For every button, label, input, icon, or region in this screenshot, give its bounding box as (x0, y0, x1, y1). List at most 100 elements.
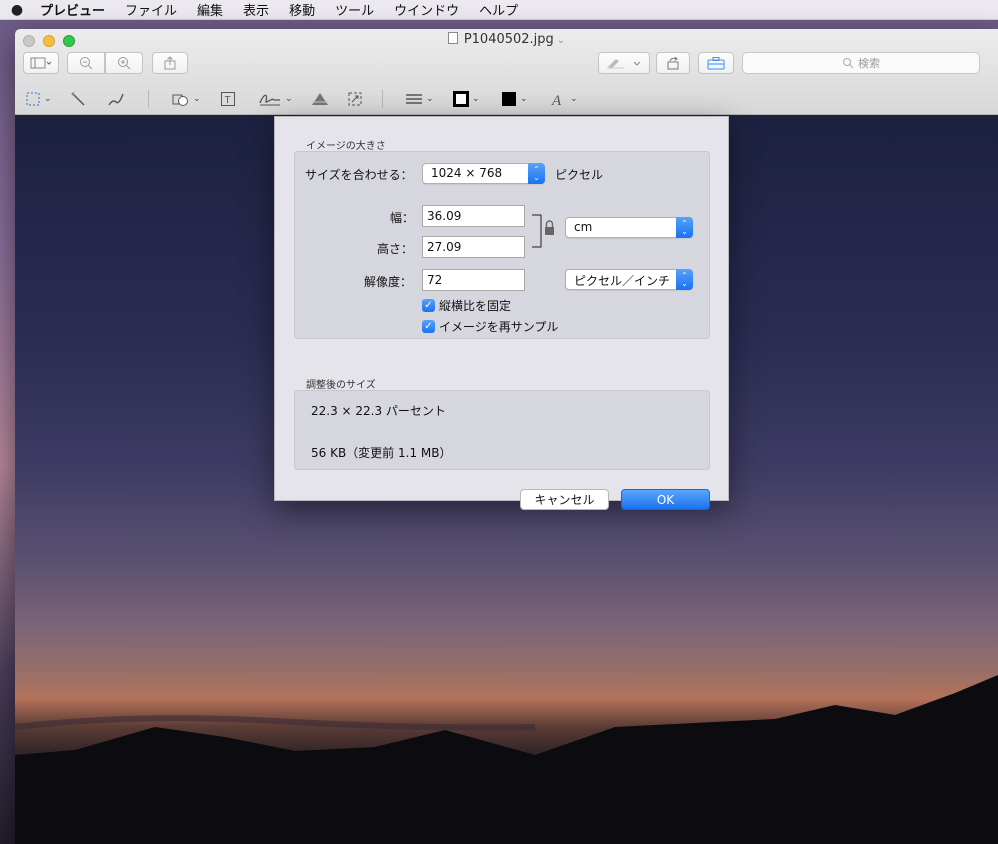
menu-file[interactable]: ファイル (115, 0, 187, 19)
sketch-tool[interactable] (107, 89, 125, 109)
result-size-section-label: 調整後のサイズ (306, 380, 376, 391)
toolbar-divider (148, 90, 149, 108)
title-bar: P1040502.jpg ⌄ 検索 ⌄ ⌄ T ⌄ ⌄ ⌄ ⌄ A ⌄ (15, 29, 998, 115)
lock-aspect-icon[interactable] (531, 212, 561, 252)
fill-color-icon (502, 92, 516, 106)
width-field[interactable]: 36.09 (422, 205, 525, 227)
adjust-size-tool[interactable] (347, 89, 363, 109)
sketch-icon (108, 93, 124, 106)
resolution-field[interactable]: 72 (422, 269, 525, 291)
image-size-section-label: イメージの大きさ (306, 141, 386, 152)
resolution-unit-value: ピクセル／インチ (574, 274, 671, 288)
sidebar-toggle-button[interactable] (23, 52, 59, 74)
adjust-size-dialog: イメージの大きさ サイズを合わせる： 1024 × 768 ⌃ ⌄ ピクセル 幅：… (274, 116, 729, 510)
chevron-down-icon: ⌄ (570, 94, 578, 104)
shape-style-tool[interactable]: ⌄ (405, 89, 434, 109)
zoom-in-icon (118, 57, 131, 70)
search-icon (843, 58, 854, 69)
search-placeholder: 検索 (858, 57, 880, 70)
line-style-icon (406, 94, 422, 104)
instant-alpha-tool[interactable] (70, 89, 86, 109)
image-size-panel: サイズを合わせる： 1024 × 768 ⌃ ⌄ ピクセル 幅： 36.09 高さ… (294, 151, 710, 339)
text-box-icon: T (221, 92, 235, 106)
chevron-down-icon: ⌄ (556, 35, 566, 46)
chevron-down-icon: ⌄ (44, 94, 52, 104)
fit-into-label: サイズを合わせる： (305, 168, 413, 182)
fit-into-popup[interactable]: 1024 × 768 ⌃ ⌄ (422, 163, 545, 184)
toolbox-button[interactable] (698, 52, 734, 74)
resolution-unit-popup[interactable]: ピクセル／インチ ⌃ ⌄ (565, 269, 693, 290)
zoom-out-icon (80, 57, 93, 70)
popup-arrows-icon: ⌃ ⌄ (676, 217, 693, 238)
fit-into-value: 1024 × 768 (431, 166, 503, 180)
toolbar-divider (382, 90, 383, 108)
menu-tools[interactable]: ツール (325, 0, 384, 19)
shapes-icon (172, 94, 188, 106)
preview-window: P1040502.jpg ⌄ 検索 ⌄ ⌄ T ⌄ ⌄ ⌄ ⌄ A ⌄ イメージ… (15, 29, 998, 844)
scale-proportionally-checkbox[interactable]: ✓ 縦横比を固定 (422, 297, 511, 314)
chevron-down-icon: ⌄ (426, 94, 434, 104)
width-label: 幅： (390, 211, 415, 225)
fill-color-tool[interactable]: ⌄ (501, 89, 528, 109)
menu-bar: ● プレビュー ファイル 編集 表示 移動 ツール ウインドウ ヘルプ (0, 0, 998, 20)
cancel-button[interactable]: キャンセル (520, 489, 609, 510)
prism-icon (312, 93, 328, 105)
checkmark-icon: ✓ (422, 320, 435, 333)
signature-tool[interactable]: ⌄ (258, 89, 293, 109)
result-size-panel: 22.3 × 22.3 パーセント 56 KB（変更前 1.1 MB） (294, 390, 710, 470)
svg-text:A: A (551, 93, 562, 107)
resize-icon (348, 92, 362, 106)
resample-checkbox[interactable]: ✓ イメージを再サンプル (422, 318, 558, 335)
window-title-text: P1040502.jpg (463, 32, 554, 47)
share-icon (164, 56, 176, 70)
fit-into-unit: ピクセル (555, 168, 604, 182)
popup-arrows-icon: ⌃ ⌄ (528, 163, 545, 184)
text-tool[interactable]: T (220, 89, 236, 109)
rotate-button[interactable] (656, 52, 690, 74)
result-percent: 22.3 × 22.3 パーセント (311, 404, 446, 418)
zoom-out-button[interactable] (67, 52, 105, 74)
rotate-icon (667, 56, 679, 70)
result-filesize: 56 KB（変更前 1.1 MB） (311, 446, 452, 460)
border-color-icon (453, 91, 469, 107)
text-style-tool[interactable]: A ⌄ (551, 89, 578, 109)
selection-tool[interactable]: ⌄ (25, 89, 52, 109)
adjust-color-tool[interactable] (311, 89, 329, 109)
border-color-tool[interactable]: ⌄ (453, 89, 480, 109)
menu-go[interactable]: 移動 (279, 0, 325, 19)
magic-wand-icon (71, 92, 85, 106)
menu-window[interactable]: ウインドウ (384, 0, 469, 19)
shapes-tool[interactable]: ⌄ (172, 89, 201, 109)
window-title[interactable]: P1040502.jpg ⌄ (15, 32, 998, 47)
resample-label: イメージを再サンプル (439, 320, 559, 334)
share-button[interactable] (152, 52, 188, 74)
scale-proportionally-label: 縦横比を固定 (439, 299, 512, 313)
height-field[interactable]: 27.09 (422, 236, 525, 258)
signature-icon (259, 94, 280, 106)
size-unit-popup[interactable]: cm ⌃ ⌄ (565, 217, 693, 238)
menu-edit[interactable]: 編集 (187, 0, 233, 19)
toolbox-icon (707, 57, 725, 70)
height-label: 高さ： (377, 242, 414, 256)
menu-app[interactable]: プレビュー (34, 0, 115, 19)
chevron-down-icon: ⌄ (193, 94, 201, 104)
rectangular-selection-icon (26, 92, 40, 106)
resolution-label: 解像度： (364, 275, 413, 289)
chevron-down-icon: ⌄ (285, 94, 293, 104)
font-style-icon: A (551, 93, 562, 107)
document-icon (447, 32, 458, 44)
ok-button[interactable]: OK (621, 489, 710, 510)
markup-toggle-button[interactable] (598, 52, 650, 74)
search-field[interactable]: 検索 (742, 52, 980, 74)
chevron-down-icon: ⌄ (472, 94, 480, 104)
menu-help[interactable]: ヘルプ (469, 0, 528, 19)
svg-text:T: T (225, 95, 231, 106)
pen-icon (607, 59, 641, 69)
menu-view[interactable]: 表示 (233, 0, 279, 19)
markup-toolbar: ⌄ ⌄ T ⌄ ⌄ ⌄ ⌄ A ⌄ (15, 84, 998, 115)
popup-arrows-icon: ⌃ ⌄ (676, 269, 693, 290)
size-unit-value: cm (574, 220, 593, 234)
zoom-in-button[interactable] (105, 52, 143, 74)
apple-menu-icon[interactable]: ● (0, 2, 34, 18)
sidebar-icon (30, 57, 52, 69)
